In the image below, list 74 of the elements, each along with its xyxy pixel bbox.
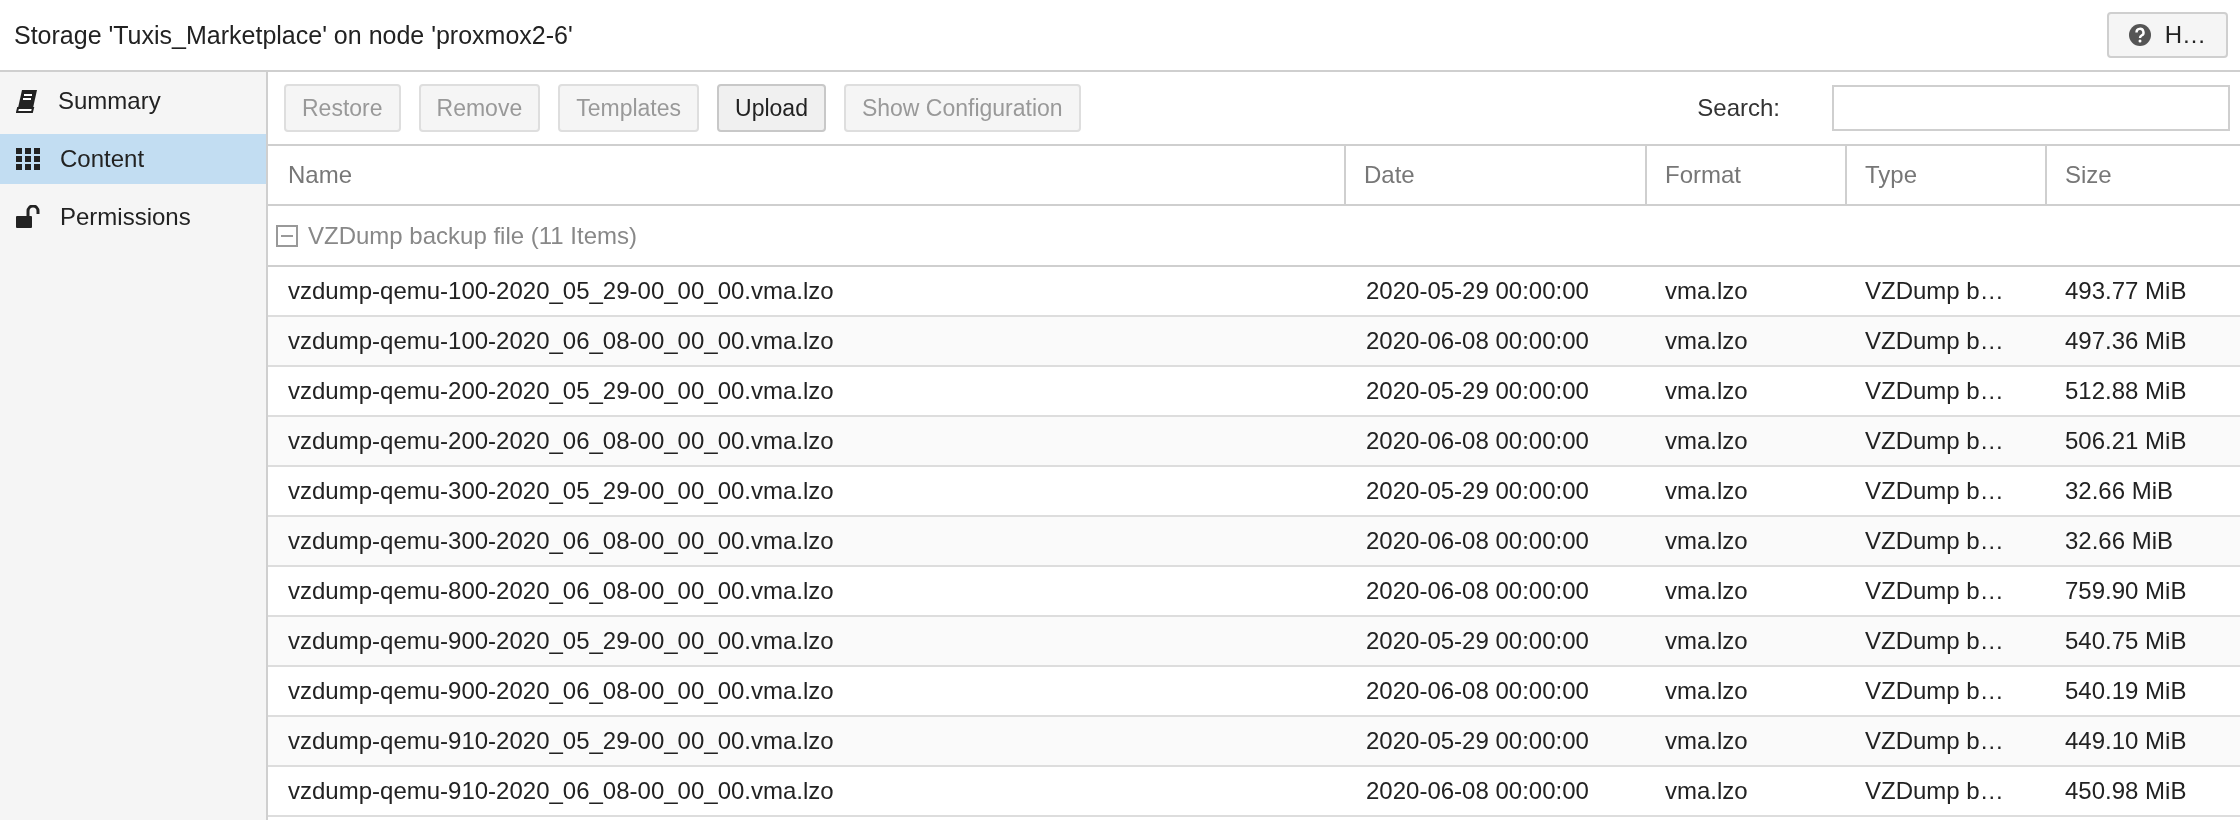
table-cell-text: 506.21 MiB [2064,427,2188,455]
sidebar-item[interactable]: Content [0,134,266,184]
table-cell-text: 2020-06-08 00:00:00 [1365,527,1590,555]
table-cell-text: 2020-05-29 00:00:00 [1365,727,1590,755]
window-title: Storage 'Tuxis_Marketplace' on node 'proxmox2-6' [14,20,573,50]
table-cell-text: VZDump b… [1864,327,2005,355]
table-cell-text: 2020-06-08 00:00:00 [1365,777,1590,805]
table-cell-text: vzdump-qemu-910-2020_06_08-00_00_00.vma.lzo [287,777,835,805]
table-cell-text: VZDump b… [1864,577,2005,605]
table-cell-text: vzdump-qemu-910-2020_05_29-00_00_00.vma.lzo [287,727,835,755]
table-cell-text: VZDump b… [1864,527,2005,555]
table-cell-text: vma.lzo [1664,577,1749,605]
grid-icon [16,148,40,170]
table-cell-text: vzdump-qemu-900-2020_06_08-00_00_00.vma.lzo [287,677,835,705]
toolbar-button[interactable]: Upload [717,84,826,132]
table-cell-text: VZDump b… [1864,377,2005,405]
table-cell-text: vma.lzo [1664,377,1749,405]
table-cell-text: vma.lzo [1664,527,1749,555]
group-label: VZDump backup file (11 Items) [308,221,637,250]
column-header[interactable]: Format [1645,146,1845,204]
column-header[interactable]: Type [1845,146,2045,204]
unlocked-padlock-icon [16,205,40,229]
table-cell-text: vma.lzo [1664,277,1749,305]
table-cell-text: 449.10 MiB [2064,727,2188,755]
table-cell-text: 497.36 MiB [2064,327,2188,355]
table-cell-text: vma.lzo [1664,327,1749,355]
table-cell-text: vzdump-qemu-300-2020_05_29-00_00_00.vma.lzo [287,477,835,505]
table-cell-text: vma.lzo [1664,477,1749,505]
column-header[interactable]: Name [268,146,1344,204]
search-label: Search: [1697,94,1780,122]
table-cell-text: VZDump b… [1864,777,2005,805]
table-cell-text: 2020-06-08 00:00:00 [1365,577,1590,605]
table-cell-text: vzdump-qemu-300-2020_06_08-00_00_00.vma.lzo [287,527,835,555]
sidebar-item[interactable]: Permissions [0,192,266,242]
help-button[interactable]: H… [2106,12,2228,58]
collapse-toggle-icon[interactable] [276,224,298,247]
table-cell-text: VZDump b… [1864,727,2005,755]
table-cell-text: vma.lzo [1664,677,1749,705]
table-cell-text: vzdump-qemu-100-2020_06_08-00_00_00.vma.lzo [287,327,835,355]
search-field[interactable] [1832,85,2230,131]
table-cell-text: 2020-05-29 00:00:00 [1365,477,1590,505]
table-cell-text: vzdump-qemu-900-2020_05_29-00_00_00.vma.lzo [287,627,835,655]
help-icon [2128,24,2151,46]
table-cell-text: 2020-06-08 00:00:00 [1365,677,1590,705]
book-icon [16,89,38,113]
table-cell-text: 2020-06-08 00:00:00 [1365,427,1590,455]
table-cell-text: VZDump b… [1864,627,2005,655]
table-cell-text: vzdump-qemu-200-2020_05_29-00_00_00.vma.lzo [287,377,835,405]
table-cell-text: 2020-06-08 00:00:00 [1365,327,1590,355]
column-header[interactable]: Date [1344,146,1645,204]
table-cell-text: VZDump b… [1864,677,2005,705]
table-cell-text: VZDump b… [1864,477,2005,505]
table-cell-text: 32.66 MiB [2064,527,2175,555]
table-cell-text: 450.98 MiB [2064,777,2188,805]
table-cell-text: 759.90 MiB [2064,577,2188,605]
table-cell-text: vzdump-qemu-100-2020_05_29-00_00_00.vma.lzo [287,277,835,305]
table-cell-text: vma.lzo [1664,627,1749,655]
table-cell-text: vma.lzo [1664,427,1749,455]
table-cell-text: VZDump b… [1864,427,2005,455]
table-cell-text: vzdump-qemu-200-2020_06_08-00_00_00.vma.lzo [287,427,835,455]
table-cell-text: 32.66 MiB [2064,477,2175,505]
table-cell-text: vma.lzo [1664,727,1749,755]
table-cell-text: vma.lzo [1664,777,1749,805]
table-cell-text: 2020-05-29 00:00:00 [1365,277,1590,305]
sidebar-item[interactable]: Summary [0,76,266,126]
table-cell-text: 512.88 MiB [2064,377,2188,405]
column-header[interactable]: Size [2045,146,2240,204]
table-cell-text: 493.77 MiB [2064,277,2188,305]
table-cell-text: vzdump-qemu-800-2020_06_08-00_00_00.vma.lzo [287,577,835,605]
table-cell-text: 2020-05-29 00:00:00 [1365,627,1590,655]
table-cell-text: 2020-05-29 00:00:00 [1365,377,1590,405]
table-cell-text: 540.75 MiB [2064,627,2188,655]
table-cell-text: 540.19 MiB [2064,677,2188,705]
table-cell-text: VZDump b… [1864,277,2005,305]
